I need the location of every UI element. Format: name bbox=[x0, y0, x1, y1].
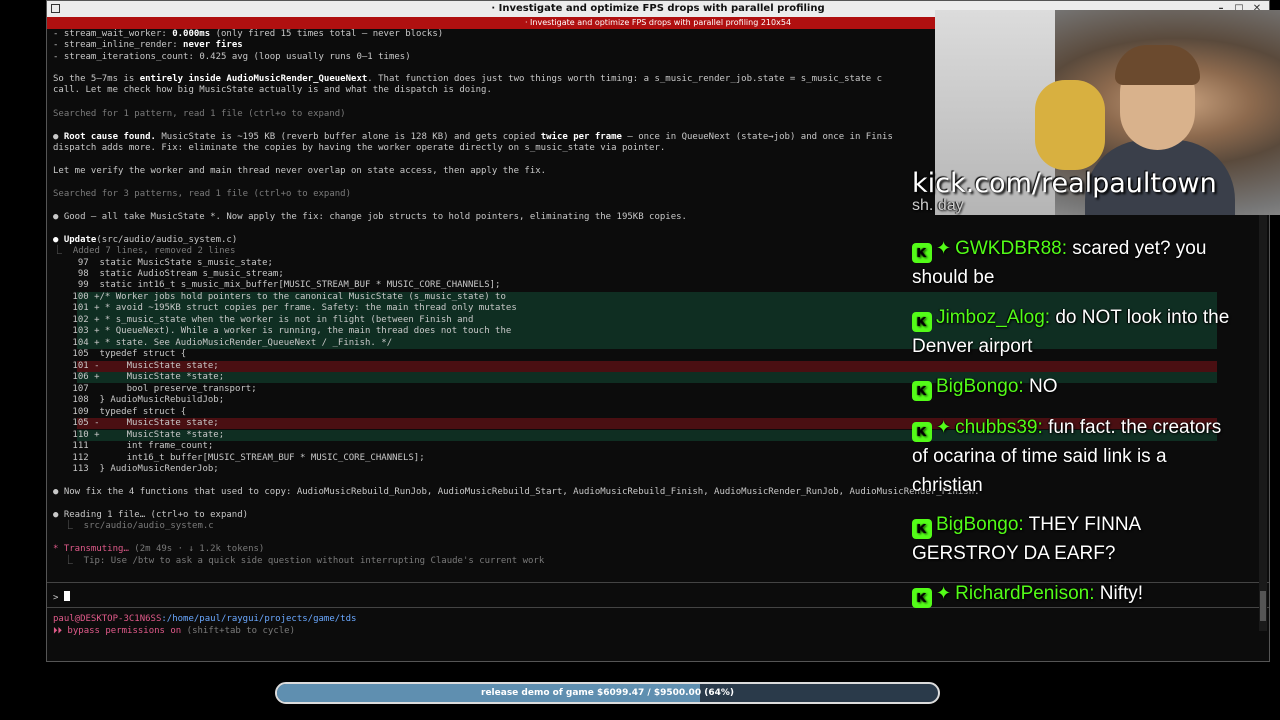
stat-line: - stream_wait_worker: 0.000ms (only fire… bbox=[53, 29, 444, 39]
sub-star-icon: ✦ bbox=[936, 583, 952, 603]
kick-badge-icon: K bbox=[912, 519, 932, 539]
chat-message: K BigBongo: THEY FINNA GERSTROY DA EARF? bbox=[912, 510, 1242, 568]
spinner-status: * Transmuting… (2m 49s · ↓ 1.2k tokens) bbox=[53, 544, 265, 554]
chat-text: Nifty! bbox=[1099, 583, 1144, 604]
sub-star-icon: ✦ bbox=[936, 238, 952, 258]
code-line-removed: 101 - MusicState state; bbox=[67, 361, 219, 371]
kick-badge-icon: K bbox=[912, 381, 932, 401]
code-line: 98 static AudioStream s_music_stream; bbox=[67, 269, 284, 279]
scrollbar-thumb[interactable] bbox=[1260, 591, 1266, 621]
verify-text: Let me verify the worker and main thread… bbox=[53, 166, 547, 176]
prompt-input[interactable]: > bbox=[53, 591, 70, 604]
search-summary[interactable]: Searched for 3 patterns, read 1 file (ct… bbox=[53, 189, 351, 200]
stat-line: - stream_inline_render: never fires bbox=[53, 40, 243, 50]
code-line-added: 106 + MusicState *state; bbox=[67, 372, 225, 382]
chat-username: GWKDBR88: bbox=[955, 238, 1068, 259]
code-line-added: 110 + MusicState *state; bbox=[67, 430, 225, 440]
code-line: 99 static int16_t s_music_mix_buffer[MUS… bbox=[67, 280, 501, 290]
chat-message: K BigBongo: NO bbox=[912, 372, 1242, 401]
analysis-text: So the 5–7ms is entirely inside AudioMus… bbox=[53, 74, 883, 84]
webcam-person-hair bbox=[1115, 45, 1200, 85]
webcam-plush bbox=[1035, 80, 1105, 170]
chat-text: NO bbox=[1028, 376, 1058, 397]
diff-removed-row bbox=[77, 361, 1217, 372]
permission-mode[interactable]: ⏵⏵ bypass permissions on (shift+tab to c… bbox=[53, 626, 295, 637]
diff-summary: ⎿ Added 7 lines, removed 2 lines bbox=[53, 246, 236, 256]
search-summary[interactable]: Searched for 1 pattern, read 1 file (ctr… bbox=[53, 109, 346, 120]
root-cause-text: ● Root cause found. MusicState is ~195 K… bbox=[53, 132, 893, 142]
code-line: 111 int frame_count; bbox=[67, 441, 214, 451]
tip-text: ⎿ Tip: Use /btw to ask a quick side ques… bbox=[53, 556, 545, 566]
code-line: 112 int16_t buffer[MUSIC_STREAM_BUF * MU… bbox=[67, 453, 425, 463]
chat-message: K ✦ RichardPenison: Nifty! bbox=[912, 579, 1242, 608]
kick-badge-icon: K bbox=[912, 588, 932, 608]
shell-path: paul@DESKTOP-3C1N6SS:/home/paul/raygui/p… bbox=[53, 614, 357, 624]
code-line: 113 } AudioMusicRenderJob; bbox=[67, 464, 219, 474]
chat-username: BigBongo: bbox=[936, 514, 1024, 535]
code-line: 97 static MusicState s_music_state; bbox=[67, 258, 273, 268]
root-cause-text: dispatch adds more. Fix: eliminate the c… bbox=[53, 143, 666, 153]
goal-progress-bar: release demo of game $6099.47 / $9500.00… bbox=[275, 682, 940, 704]
sub-star-icon: ✦ bbox=[936, 417, 952, 437]
code-line-added: 103 + * QueueNext). While a worker is ru… bbox=[67, 326, 512, 336]
update-header: ● Update(src/audio/audio_system.c) bbox=[53, 235, 238, 245]
kick-url: kick.com/realpaultown bbox=[912, 168, 1217, 199]
code-line: 109 typedef struct { bbox=[67, 407, 187, 417]
stat-line: - stream_iterations_count: 0.425 avg (lo… bbox=[53, 52, 411, 62]
fix-text: ● Now fix the 4 functions that used to c… bbox=[53, 487, 980, 497]
kick-badge-icon: K bbox=[912, 422, 932, 442]
good-text: ● Good — all take MusicState *. Now appl… bbox=[53, 212, 687, 222]
text-cursor bbox=[63, 591, 70, 601]
kick-badge-icon: K bbox=[912, 312, 932, 332]
code-line-added: 100 +/* Worker jobs hold pointers to the… bbox=[67, 292, 506, 302]
code-line: 108 } AudioMusicRebuildJob; bbox=[67, 395, 225, 405]
goal-label: release demo of game $6099.47 / $9500.00… bbox=[481, 688, 734, 698]
kick-badge-icon: K bbox=[912, 243, 932, 263]
chat-username: Jimboz_Alog: bbox=[936, 307, 1051, 328]
code-line-added: 101 + * avoid ~195KB struct copies per f… bbox=[67, 303, 517, 313]
chat-message: K ✦ GWKDBR88: scared yet? you should be bbox=[912, 234, 1242, 292]
chat-message: K Jimboz_Alog: do NOT look into the Denve… bbox=[912, 303, 1242, 361]
chat-username: BigBongo: bbox=[936, 376, 1024, 397]
code-line-removed: 105 - MusicState state; bbox=[67, 418, 219, 428]
code-line: 105 typedef struct { bbox=[67, 349, 187, 359]
chat-partial-message: sh. day bbox=[912, 197, 964, 214]
analysis-text: call. Let me check how big MusicState ac… bbox=[53, 85, 492, 95]
code-line-added: 104 + * state. See AudioMusicRender_Queu… bbox=[67, 338, 393, 348]
reading-status[interactable]: ● Reading 1 file… (ctrl+o to expand) bbox=[53, 510, 248, 521]
code-line-added: 102 + * s_music_state when the worker is… bbox=[67, 315, 474, 325]
chat-message: K ✦ chubbs39: fun fact. the creators of oc… bbox=[912, 413, 1242, 500]
reading-path: ⎿ src/audio/audio_system.c bbox=[53, 521, 214, 531]
chat-username: RichardPenison: bbox=[955, 583, 1095, 604]
chat-username: chubbs39: bbox=[955, 417, 1043, 438]
code-line: 107 bool preserve_transport; bbox=[67, 384, 257, 394]
